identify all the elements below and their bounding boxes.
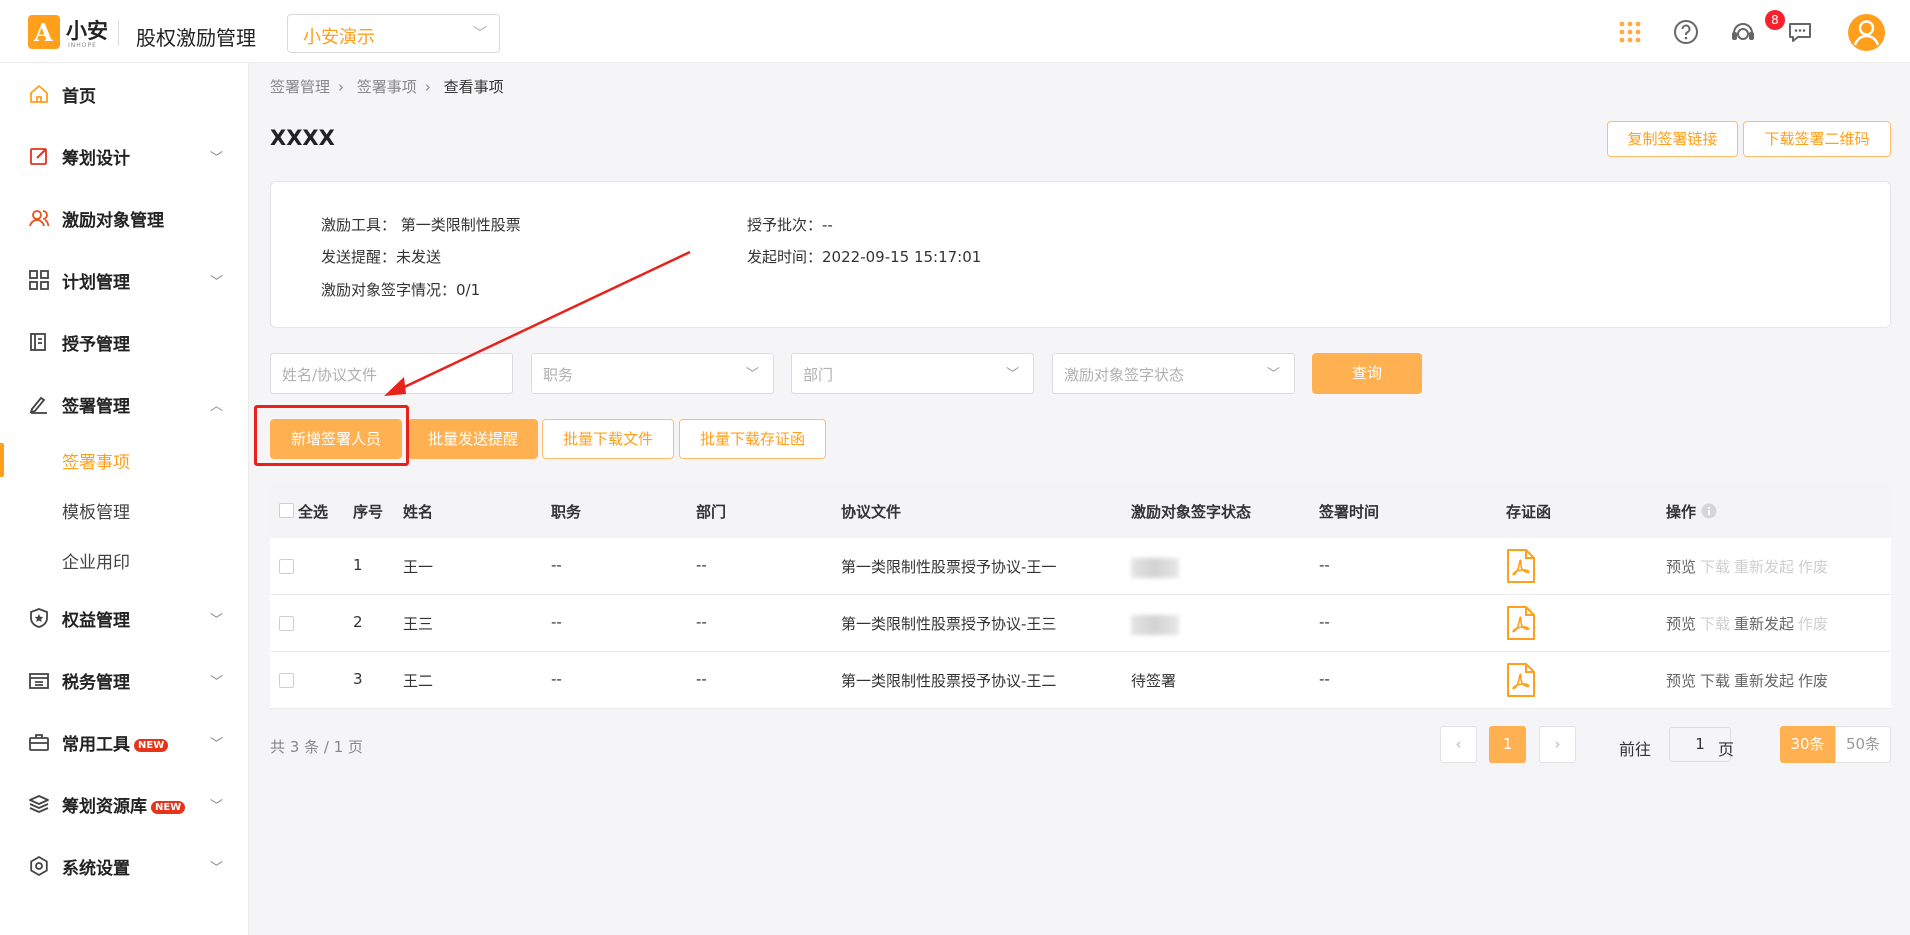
annotation-arrow [384,250,691,396]
